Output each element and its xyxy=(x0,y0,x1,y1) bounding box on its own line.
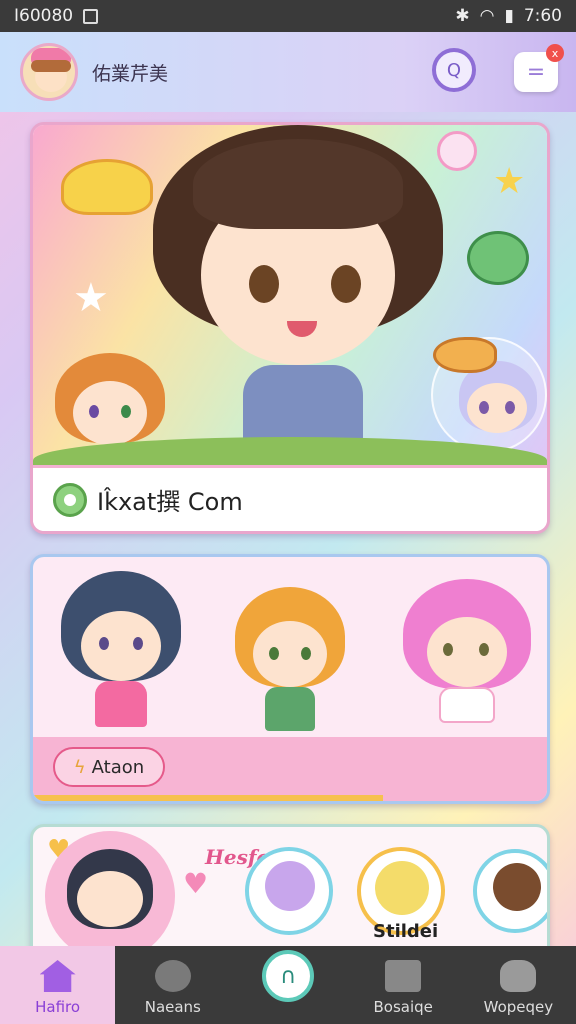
blue-hair-character xyxy=(61,571,181,731)
chat-icon xyxy=(154,960,191,992)
heart-icon: ♥ xyxy=(183,867,209,900)
cat-girl-character xyxy=(55,353,165,453)
nav-item-center[interactable]: ∩ xyxy=(230,946,345,1024)
hat-sticker xyxy=(61,159,153,215)
nav-item-label: Bosaiqe xyxy=(373,998,433,1016)
wifi-icon: ◠ xyxy=(479,6,495,26)
app-title: 佑業芹美 xyxy=(92,62,169,85)
menu-button[interactable]: = x xyxy=(514,44,564,92)
image-notification-icon xyxy=(83,8,99,24)
star-icon: ★ xyxy=(493,161,526,202)
home-icon xyxy=(39,960,76,992)
friends-card[interactable]: ♥ ♥ Hesfoel Stildei xyxy=(30,824,550,964)
friend-avatar[interactable] xyxy=(473,849,547,933)
menu-icon: = xyxy=(526,59,546,85)
chat-bubble-icon xyxy=(53,482,87,517)
characters-card[interactable]: ϟ Ataon xyxy=(30,554,550,804)
search-icon: Q xyxy=(446,59,462,81)
action-button-label: Ataon xyxy=(91,756,145,778)
featured-caption: Ik̂xat撰 Com xyxy=(97,488,243,516)
taiyaki-sticker xyxy=(433,337,497,373)
status-time: 7:60 xyxy=(523,6,562,26)
star-icon: ★ xyxy=(73,275,109,321)
nav-item-label: Wopeqey xyxy=(483,998,554,1016)
nav-item-label: Naeans xyxy=(144,998,201,1016)
featured-caption-bar: Ik̂xat撰 Com xyxy=(33,465,547,531)
bottom-nav: Hafiro Naeans ∩ Bosaiqe Wopeqey xyxy=(0,946,576,1024)
friend-sub-label: Stildei xyxy=(373,921,439,942)
bluetooth-icon: ✱ xyxy=(455,6,470,26)
featured-card[interactable]: ★ ★ Ik̂xat撰 Com xyxy=(30,122,550,534)
search-button[interactable]: Q xyxy=(432,48,476,92)
app-header: 佑業芹美 Q = x xyxy=(0,32,576,112)
status-bar: I60080 ✱ ◠ ▮ 7:60 xyxy=(0,0,576,32)
bolt-icon: ϟ xyxy=(73,756,86,778)
featured-friend-avatar xyxy=(45,831,175,961)
inbox-icon xyxy=(385,960,422,992)
nav-item-home[interactable]: Hafiro xyxy=(0,946,116,1024)
friend-avatar[interactable] xyxy=(245,847,333,935)
nav-item-profile[interactable]: Wopeqey xyxy=(461,946,576,1024)
nav-item-browse[interactable]: Bosaiqe xyxy=(346,946,461,1024)
pink-hair-character xyxy=(403,579,531,729)
notification-badge: x xyxy=(546,44,564,62)
dino-sticker xyxy=(467,231,529,285)
action-button[interactable]: ϟ Ataon xyxy=(53,747,165,787)
lollipop-sticker xyxy=(437,131,477,171)
status-left-text: I60080 xyxy=(14,6,74,26)
profile-avatar[interactable] xyxy=(20,43,78,101)
nav-item-label: Hafiro xyxy=(35,998,81,1016)
create-button[interactable]: ∩ xyxy=(262,950,314,1002)
orange-hair-character xyxy=(235,587,345,737)
profile-icon xyxy=(500,960,537,992)
main-character xyxy=(153,125,443,455)
nav-item-messages[interactable]: Naeans xyxy=(115,946,230,1024)
featured-illustration: ★ ★ xyxy=(33,125,547,465)
signal-icon: ▮ xyxy=(504,6,514,26)
wave-icon: ∩ xyxy=(279,963,297,989)
